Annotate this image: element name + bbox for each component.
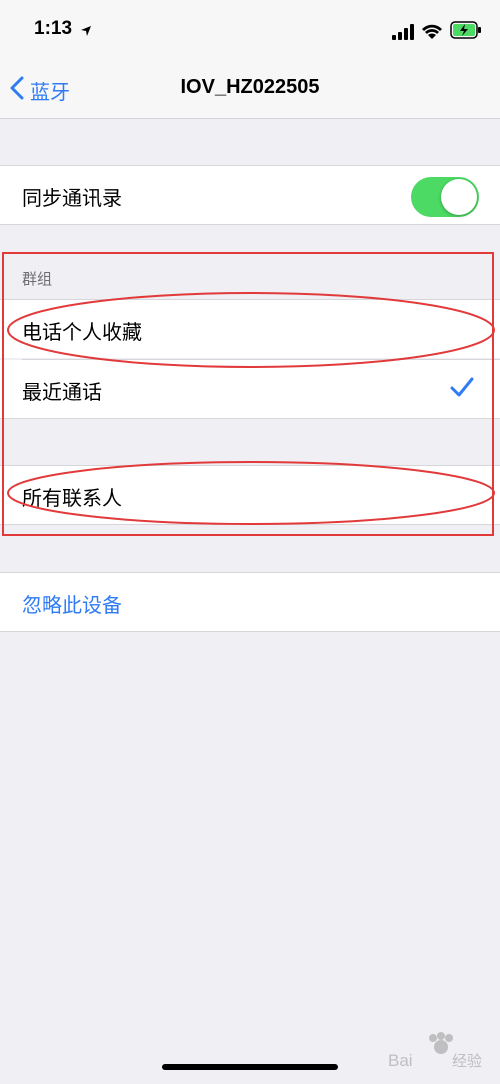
home-indicator[interactable] — [162, 1064, 338, 1070]
group-item-recents[interactable]: 最近通话 — [0, 360, 500, 418]
svg-text:Bai: Bai — [388, 1051, 413, 1070]
status-time: 1:13 — [34, 18, 73, 39]
status-bar: 1:13 — [0, 0, 500, 62]
svg-text:经验: 经验 — [452, 1052, 482, 1070]
divider — [0, 418, 500, 419]
group-item-label: 最近通话 — [22, 380, 102, 404]
location-arrow-icon — [80, 22, 92, 41]
navigation-bar: 蓝牙 IOV_HZ022505 — [0, 62, 500, 119]
ignore-device-row[interactable]: 忽略此设备 — [0, 573, 500, 631]
group-item-favorites[interactable]: 电话个人收藏 — [0, 300, 500, 358]
all-contacts-label: 所有联系人 — [22, 486, 122, 510]
page-title: IOV_HZ022505 — [180, 76, 320, 98]
divider — [0, 524, 500, 525]
cellular-signal-icon — [392, 24, 416, 44]
ignore-device-button[interactable]: 忽略此设备 — [22, 589, 122, 618]
all-contacts-row[interactable]: 所有联系人 — [0, 466, 500, 524]
groups-section-header: 群组 — [22, 270, 53, 288]
sync-contacts-row: 同步通讯录 — [0, 166, 500, 224]
checkmark-icon — [450, 376, 474, 402]
sync-contacts-label: 同步通讯录 — [22, 186, 122, 210]
divider — [0, 224, 500, 225]
wifi-icon — [421, 22, 443, 44]
toggle-knob — [441, 179, 477, 215]
battery-charging-icon — [450, 21, 482, 43]
group-item-label: 电话个人收藏 — [22, 320, 142, 344]
watermark-logo: Bai 经验 — [388, 1030, 488, 1070]
divider — [0, 631, 500, 632]
sync-contacts-toggle[interactable] — [411, 177, 479, 217]
